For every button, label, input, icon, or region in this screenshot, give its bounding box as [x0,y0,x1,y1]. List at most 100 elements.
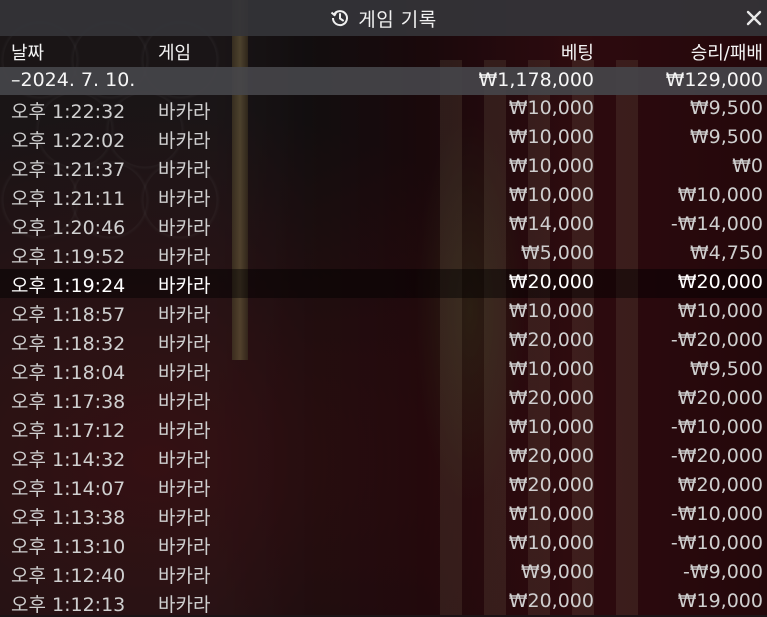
row-result: ₩9,500 [689,358,763,380]
row-game: 바카라 [158,159,211,181]
row-game: 바카라 [158,391,211,413]
row-bet: ₩5,000 [520,242,594,264]
row-game: 바카라 [158,478,211,500]
row-time: 오후 1:17:38 [11,391,126,413]
table-row[interactable]: 오후 1:19:24 바카라 ₩20,000 ₩20,000 [0,269,767,298]
table-row[interactable]: 오후 1:12:13 바카라 ₩20,000 ₩19,000 [0,588,767,617]
table-row[interactable]: 오후 1:18:04 바카라 ₩10,000 ₩9,500 [0,356,767,385]
column-header-win-loss[interactable]: 승리/패배 [691,39,763,65]
row-bet: ₩10,000 [508,503,594,525]
table-row[interactable]: 오후 1:14:32 바카라 ₩20,000 -₩20,000 [0,443,767,472]
row-game: 바카라 [158,333,211,355]
row-time: 오후 1:19:52 [11,246,126,268]
row-result: ₩4,750 [689,242,763,264]
table-row[interactable]: 오후 1:14:07 바카라 ₩20,000 ₩20,000 [0,472,767,501]
row-bet: ₩14,000 [508,213,594,235]
table-header: 날짜 게임 베팅 승리/패배 [0,37,767,67]
row-result: ₩10,000 [677,184,763,206]
row-game: 바카라 [158,420,211,442]
row-bet: ₩10,000 [508,155,594,177]
row-game: 바카라 [158,362,211,384]
row-game: 바카라 [158,188,211,210]
date-group-row[interactable]: –2024. 7. 10. ₩1,178,000 ₩129,000 [0,67,767,95]
row-time: 오후 1:18:32 [11,333,126,355]
row-game: 바카라 [158,536,211,558]
table-row[interactable]: 오후 1:17:12 바카라 ₩10,000 -₩10,000 [0,414,767,443]
row-game: 바카라 [158,130,211,152]
row-bet: ₩20,000 [508,590,594,612]
row-result: ₩9,500 [689,126,763,148]
row-time: 오후 1:12:40 [11,565,126,587]
title-wrap: 게임 기록 [330,5,436,32]
row-bet: ₩10,000 [508,532,594,554]
row-time: 오후 1:13:38 [11,507,126,529]
table-row[interactable]: 오후 1:13:38 바카라 ₩10,000 -₩10,000 [0,501,767,530]
row-game: 바카라 [158,565,211,587]
row-game: 바카라 [158,217,211,239]
row-time: 오후 1:12:13 [11,594,126,616]
table-row[interactable]: 오후 1:21:11 바카라 ₩10,000 ₩10,000 [0,182,767,211]
table-row[interactable]: 오후 1:18:32 바카라 ₩20,000 -₩20,000 [0,327,767,356]
row-time: 오후 1:14:07 [11,478,126,500]
table-row[interactable]: 오후 1:19:52 바카라 ₩5,000 ₩4,750 [0,240,767,269]
row-time: 오후 1:21:37 [11,159,126,181]
date-group-label: –2024. 7. 10. [11,69,136,91]
row-bet: ₩10,000 [508,358,594,380]
column-header-bet[interactable]: 베팅 [561,39,594,65]
date-group-total-win-loss: ₩129,000 [665,69,763,91]
row-bet: ₩10,000 [508,97,594,119]
row-bet: ₩10,000 [508,126,594,148]
table-row[interactable]: 오후 1:22:02 바카라 ₩10,000 ₩9,500 [0,124,767,153]
row-time: 오후 1:20:46 [11,217,126,239]
row-time: 오후 1:18:57 [11,304,126,326]
column-header-date[interactable]: 날짜 [11,39,44,65]
row-game: 바카라 [158,275,211,297]
close-icon[interactable] [743,7,765,29]
row-result: ₩20,000 [677,271,763,293]
row-bet: ₩20,000 [508,271,594,293]
row-result: -₩20,000 [670,329,763,351]
row-bet: ₩20,000 [508,474,594,496]
row-time: 오후 1:21:11 [11,188,126,210]
panel-title: 게임 기록 [358,8,437,31]
row-bet: ₩10,000 [508,300,594,322]
row-time: 오후 1:22:32 [11,101,126,123]
history-rows: 오후 1:22:32 바카라 ₩10,000 ₩9,500 오후 1:22:02 바카라 ₩… [0,95,767,617]
row-time: 오후 1:17:12 [11,420,126,442]
column-header-game[interactable]: 게임 [158,39,191,65]
row-bet: ₩20,000 [508,445,594,467]
row-result: ₩9,500 [689,97,763,119]
table-row[interactable]: 오후 1:13:10 바카라 ₩10,000 -₩10,000 [0,530,767,559]
row-result: ₩10,000 [677,300,763,322]
row-result: ₩20,000 [677,387,763,409]
row-result: ₩19,000 [677,590,763,612]
table-row[interactable]: 오후 1:12:40 바카라 ₩9,000 -₩9,000 [0,559,767,588]
date-group-total-bet: ₩1,178,000 [478,69,594,91]
row-result: -₩10,000 [670,532,763,554]
row-time: 오후 1:14:32 [11,449,126,471]
row-time: 오후 1:22:02 [11,130,126,152]
table-row[interactable]: 오후 1:17:38 바카라 ₩20,000 ₩20,000 [0,385,767,414]
row-game: 바카라 [158,304,211,326]
row-result: ₩20,000 [677,474,763,496]
game-history-panel: 게임 기록 날짜 게임 베팅 승리/패배 –2024. 7. 10. ₩1,17… [0,0,767,617]
row-game: 바카라 [158,507,211,529]
row-game: 바카라 [158,594,211,616]
row-result: ₩0 [732,155,763,177]
row-time: 오후 1:18:04 [11,362,126,384]
row-bet: ₩9,000 [520,561,594,583]
row-result: -₩10,000 [670,416,763,438]
row-bet: ₩20,000 [508,329,594,351]
row-bet: ₩10,000 [508,416,594,438]
table-row[interactable]: 오후 1:18:57 바카라 ₩10,000 ₩10,000 [0,298,767,327]
table-row[interactable]: 오후 1:22:32 바카라 ₩10,000 ₩9,500 [0,95,767,124]
table-row[interactable]: 오후 1:21:37 바카라 ₩10,000 ₩0 [0,153,767,182]
row-result: -₩14,000 [670,213,763,235]
row-result: -₩20,000 [670,445,763,467]
table-row[interactable]: 오후 1:20:46 바카라 ₩14,000 -₩14,000 [0,211,767,240]
row-bet: ₩10,000 [508,184,594,206]
row-game: 바카라 [158,449,211,471]
row-game: 바카라 [158,101,211,123]
row-game: 바카라 [158,246,211,268]
row-result: -₩10,000 [670,503,763,525]
